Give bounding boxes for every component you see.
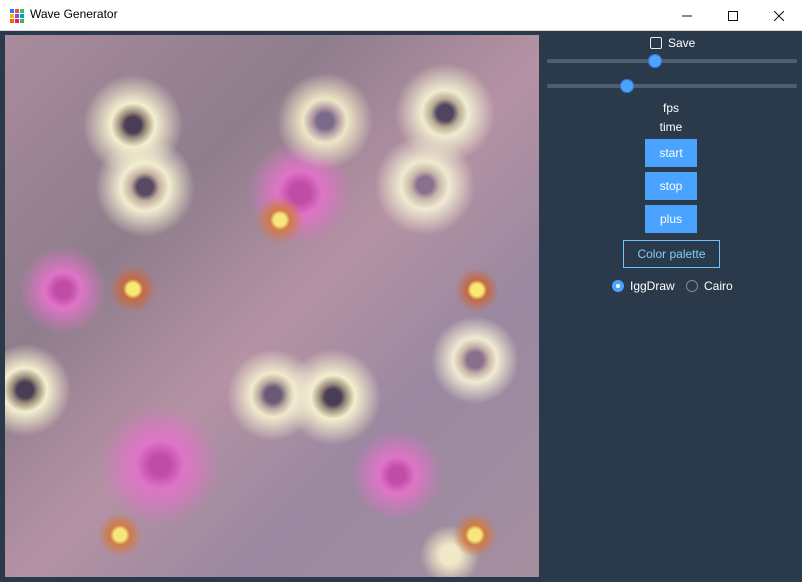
save-checkbox[interactable] [650, 37, 662, 49]
close-button[interactable] [756, 0, 802, 31]
radio-unselected-icon[interactable] [686, 280, 698, 292]
maximize-button[interactable] [710, 0, 756, 31]
start-button[interactable]: start [645, 139, 697, 167]
plus-button[interactable]: plus [645, 205, 697, 233]
time-label: time [659, 120, 683, 134]
slider-1-track[interactable] [547, 59, 797, 63]
color-palette-button[interactable]: Color palette [623, 240, 720, 268]
wave-canvas [5, 35, 539, 577]
renderer-label-iggdraw: IggDraw [630, 279, 675, 293]
save-label: Save [668, 36, 696, 50]
app-icon [10, 8, 24, 23]
renderer-label-cairo: Cairo [704, 279, 733, 293]
close-icon [774, 10, 784, 21]
renderer-option-iggdraw[interactable]: IggDraw [612, 279, 675, 293]
window-title: Wave Generator [30, 7, 118, 21]
fps-label: fps [662, 101, 679, 115]
maximize-icon [728, 10, 738, 21]
stop-button[interactable]: stop [645, 172, 697, 200]
minimize-icon [682, 15, 692, 16]
minimize-button[interactable] [664, 0, 710, 31]
save-row[interactable]: Save [650, 35, 695, 51]
slider-2-track[interactable] [547, 84, 797, 88]
renderer-option-cairo[interactable]: Cairo [686, 279, 733, 293]
radio-selected-icon[interactable] [612, 280, 624, 292]
window-titlebar: Wave Generator [0, 0, 802, 31]
